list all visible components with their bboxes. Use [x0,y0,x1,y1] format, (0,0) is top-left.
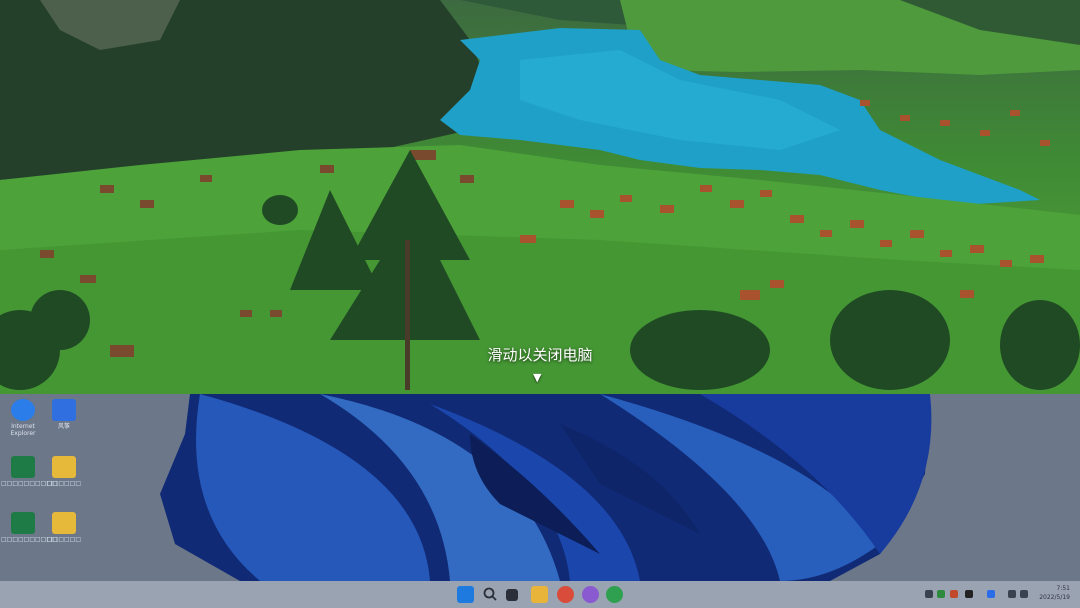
folder-icon [52,456,76,478]
chrome-icon[interactable] [557,586,574,603]
tray-app-icon[interactable] [987,590,995,598]
app-icon[interactable] [606,586,623,603]
search-icon[interactable] [482,586,499,603]
task-view-icon[interactable] [506,589,518,601]
desktop-icon-label: □□□□□□□□□□ [1,480,58,487]
desktop-icon-label: Internet Explorer [10,423,36,437]
excel-file-icon [11,456,35,478]
tray-app-icon[interactable] [950,590,958,598]
tray-app-icon[interactable] [937,590,945,598]
clock-time: 7:51 [1056,585,1070,592]
slide-to-shutdown-text: 滑动以关闭电脑 [487,346,593,364]
chevron-up-icon[interactable] [925,590,933,598]
down-arrow-icon: ▼ [533,371,542,384]
start-icon[interactable] [457,586,474,603]
taskbar: 7:51 2022/5/19 [0,581,1080,608]
slide-to-shutdown-panel[interactable]: 滑动以关闭电脑 ▼ [0,0,1080,394]
desktop-icon-folder-1[interactable]: □□□□□□ [42,456,86,487]
folder-icon [52,512,76,534]
excel-file-icon [11,512,35,534]
internet-explorer-icon [11,399,35,421]
desktop-icon-excel-2[interactable]: □□□□□□□□□□ [1,512,58,543]
desktop-icon-label: □□□□□□□□□□ [1,536,58,543]
app-icon[interactable] [582,586,599,603]
desktop-icon-label: □□□□□□ [46,536,81,543]
kite-app-icon [52,399,76,421]
desktop: Internet Explorer 风筝 □□□□□□□□□□ □□□□□□ □… [0,394,1080,581]
tray-app-icon[interactable] [965,590,973,598]
desktop-icon-label: □□□□□□ [46,480,81,487]
desktop-icon-label: 风筝 [57,423,70,430]
network-icon[interactable] [1008,590,1016,598]
volume-icon[interactable] [1020,590,1028,598]
desktop-icon-internet-explorer[interactable]: Internet Explorer [1,399,45,437]
desktop-icon-excel-1[interactable]: □□□□□□□□□□ [1,456,58,487]
file-explorer-icon[interactable] [531,586,548,603]
dim-overlay [0,394,1080,581]
desktop-icon-kite[interactable]: 风筝 [42,399,86,430]
clock-date: 2022/5/19 [1039,594,1070,601]
scenic-background [0,0,1080,394]
desktop-icon-folder-2[interactable]: □□□□□□ [42,512,86,543]
clock[interactable]: 7:51 2022/5/19 [1039,584,1070,602]
